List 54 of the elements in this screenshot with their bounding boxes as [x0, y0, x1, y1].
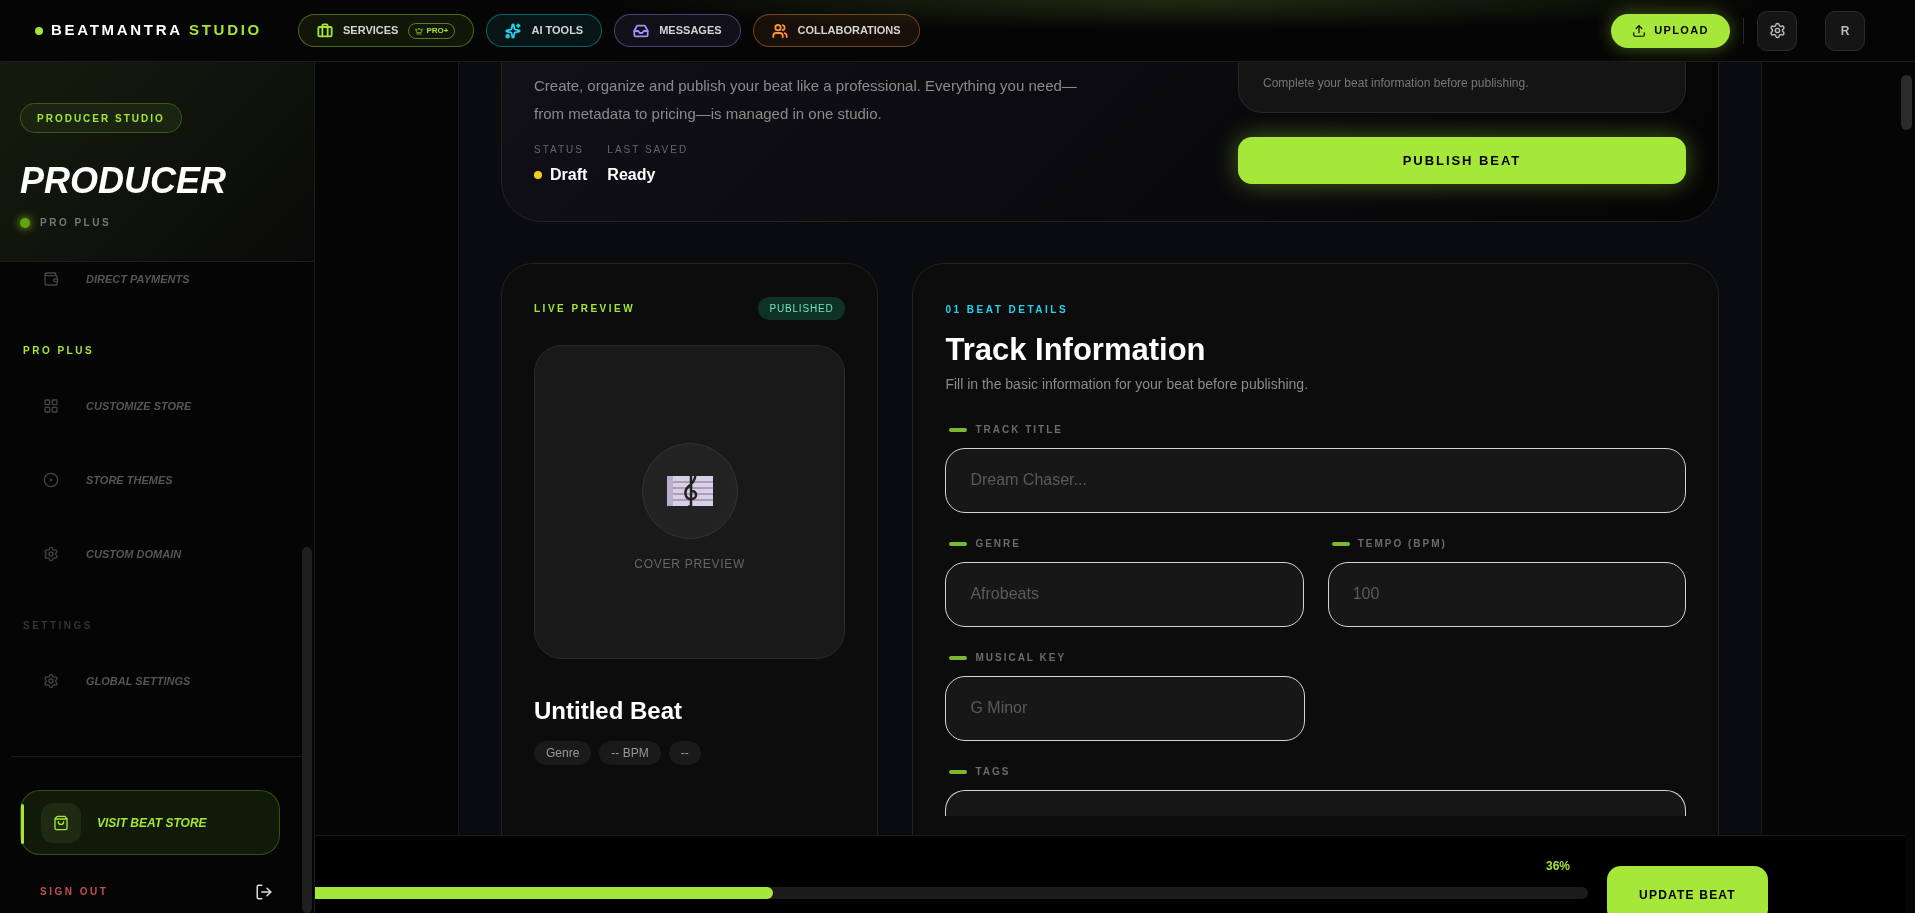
nav-tab[interactable]: SERVICES PRO+: [298, 14, 475, 47]
meta-chip: --: [668, 741, 701, 765]
last-saved-value: Ready: [607, 165, 657, 185]
item-icon: [43, 271, 59, 287]
meta-chip: Genre: [534, 741, 592, 765]
step-label: 01 BEAT DETAILS: [945, 303, 1070, 317]
status-label: STATUS: [534, 143, 585, 157]
field-label: TRACK TITLE: [975, 423, 1063, 438]
input-field[interactable]: 100: [1327, 561, 1686, 627]
section-title: PRO PLUS: [22, 343, 96, 358]
plan-label: PRO PLUS: [40, 216, 112, 230]
update-button[interactable]: UPDATE BEAT: [1607, 866, 1768, 913]
sign-out-link[interactable]: SIGN OUT: [40, 884, 109, 899]
nav-tab[interactable]: COLLABORATIONS: [752, 14, 920, 47]
field-label: TEMPO (BPM): [1357, 537, 1447, 552]
cover-label: COVER PREVIEW: [634, 556, 746, 573]
logo[interactable]: BEATMANTRA STUDIO: [51, 19, 262, 42]
input-field[interactable]: Afrobeats: [945, 561, 1304, 627]
meta-chip: -- BPM: [599, 741, 661, 765]
upload-icon: [1632, 23, 1647, 38]
shopping-bag-icon: [41, 802, 81, 843]
field-label: TAGS: [975, 765, 1011, 780]
settings-button[interactable]: [1757, 10, 1797, 51]
logout-icon[interactable]: [255, 882, 273, 901]
notice-box: Complete your beat information before publishing.: [1238, 62, 1686, 113]
last-saved-label: LAST SAVED: [607, 143, 689, 157]
published-badge: PUBLISHED: [757, 297, 846, 320]
field-label: GENRE: [975, 537, 1021, 552]
progress-reading: 36%: [1545, 858, 1570, 875]
input-field[interactable]: [945, 789, 1686, 816]
item-icon: [43, 472, 59, 488]
studio-badge: PRODUCER STUDIO: [20, 103, 182, 133]
hero-description: Create, organize and publish your beat like a professional. Everything you need—from metadata to pricing—is managed in one studio.: [534, 76, 1078, 124]
input-field[interactable]: G Minor: [945, 675, 1306, 741]
publish-button[interactable]: PUBLISH BEAT: [1238, 137, 1686, 184]
nav-tab[interactable]: MESSAGES: [614, 14, 741, 47]
scrollbar[interactable]: [1901, 75, 1912, 130]
item-icon: [43, 546, 59, 562]
card-title: LIVE PREVIEW: [534, 302, 636, 316]
item-icon: [43, 673, 59, 689]
section-subtitle: Fill in the basic information for your beat before publishing.: [945, 374, 1310, 394]
profile-name: PRODUCER: [20, 163, 227, 199]
item-icon: [43, 398, 59, 414]
avatar-button[interactable]: R: [1825, 10, 1865, 51]
section-heading: Track Information: [945, 331, 1207, 369]
upload-button[interactable]: UPLOAD: [1611, 13, 1730, 48]
beat-title: Untitled Beat: [534, 696, 683, 726]
field-label: MUSICAL KEY: [975, 651, 1067, 666]
settings-icon: [1768, 22, 1786, 39]
visit-store-button[interactable]: VISIT BEAT STORE: [20, 790, 280, 855]
scrollbar[interactable]: [302, 547, 312, 913]
input-field[interactable]: Dream Chaser...: [945, 447, 1686, 513]
nav-tab[interactable]: AI TOOLS: [486, 14, 603, 47]
status-value: Draft: [550, 165, 588, 185]
